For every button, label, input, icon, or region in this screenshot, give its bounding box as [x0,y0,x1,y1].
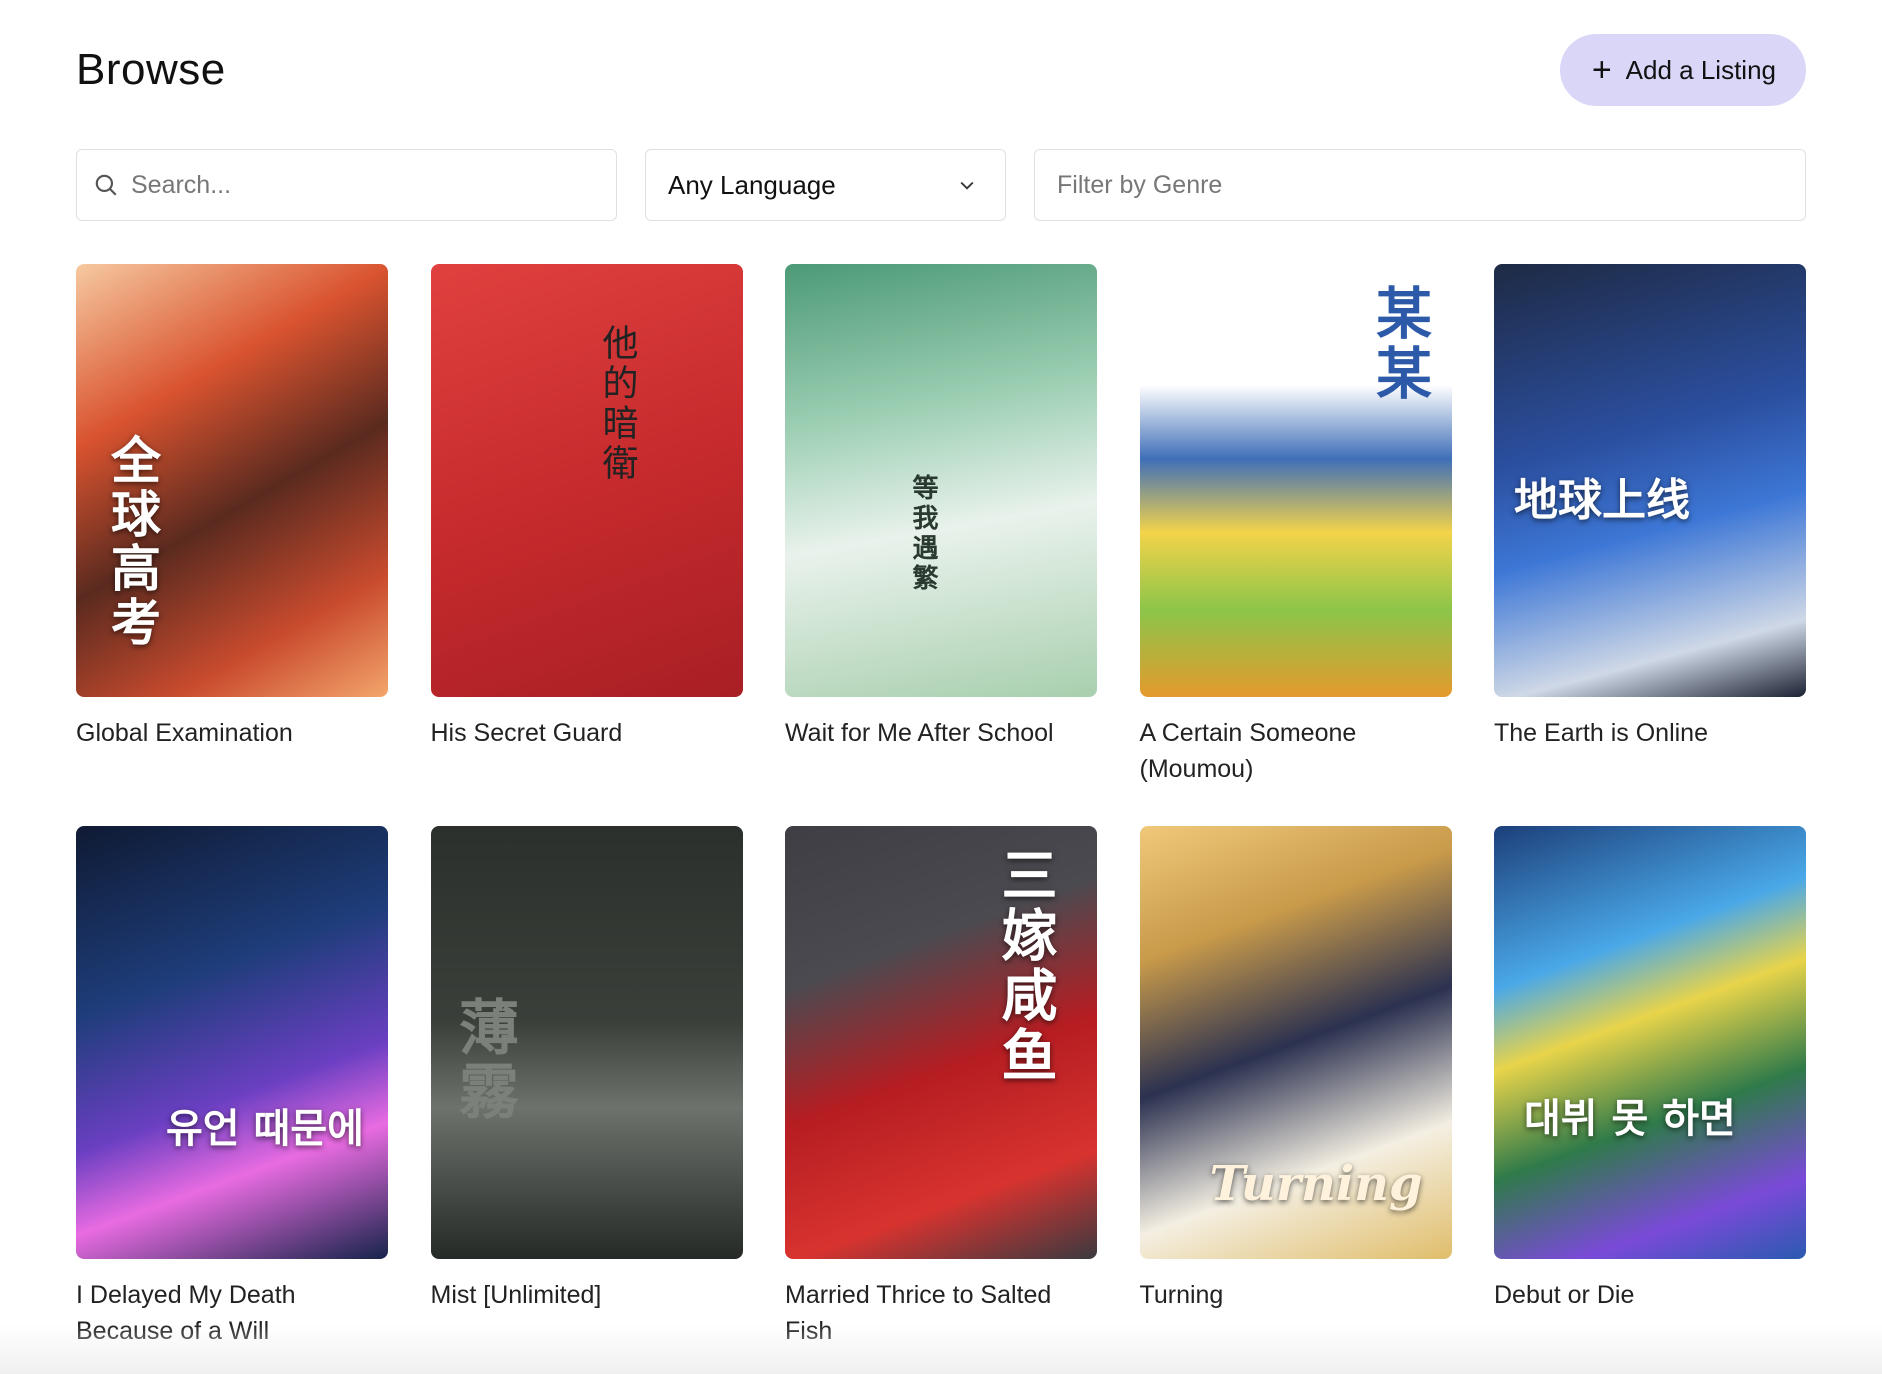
cover-title-text: 三嫁咸鱼 [992,846,1058,1086]
page-title: Browse [76,45,226,94]
listing-cover-image[interactable]: 他的暗衛 [430,264,743,697]
cover-art [76,826,388,1259]
listing-card[interactable]: 地球上线 The Earth is Online [1494,264,1806,826]
listing-cover-image[interactable]: 三嫁咸鱼 [785,826,1097,1259]
chevron-down-icon [960,181,974,190]
cover-title-text: 全球高考 [103,434,162,650]
listing-cover-image[interactable]: Turning [1139,826,1452,1259]
listing-card[interactable]: 全球高考 Global Examination [76,264,388,826]
listing-cover-image[interactable]: 某某 [1139,264,1452,697]
bottom-fade [0,1324,1882,1374]
plus-icon: + [1591,51,1612,89]
listing-cover-image[interactable]: 全球高考 [76,264,388,697]
genre-filter [1034,149,1806,221]
language-select-value: Any Language [668,169,836,200]
listing-title[interactable]: Wait for Me After School [785,715,1085,751]
cover-title-text: 유언 때문에 [166,1105,364,1152]
listing-grid: 全球高考 Global Examination 他的暗衛 His Secret Gua… [76,264,1806,1374]
listing-title[interactable]: Mist [Unlimited] [431,1277,731,1313]
listing-cover-image[interactable]: 地球上线 [1494,264,1806,697]
search-input[interactable] [131,170,616,200]
cover-title-text: 대뷔 못 하면 [1524,1095,1736,1142]
listing-card[interactable]: 等我遇繁 Wait for Me After School [785,264,1097,826]
cover-title-text: Turning [1209,1156,1423,1212]
listing-cover-image[interactable]: 대뷔 못 하면 [1494,826,1806,1259]
language-select[interactable]: Any Language [645,149,1006,221]
cover-title-text: 他的暗衛 [596,324,638,484]
cover-art [1494,826,1806,1259]
listing-cover-image[interactable]: 薄霧 [430,826,743,1259]
search-box [76,149,617,221]
listing-title[interactable]: His Secret Guard [431,715,731,751]
cover-title-text: 等我遇繁 [908,474,938,594]
listing-cover-image[interactable]: 等我遇繁 [785,264,1097,697]
browse-page: Browse + Add a Listing Any Language 全球高考… [0,0,1882,1374]
listing-card[interactable]: 유언 때문에I Delayed My Death Because of a Wi… [76,826,388,1374]
listing-card[interactable]: 薄霧 Mist [Unlimited] [430,826,743,1374]
listing-title[interactable]: Debut or Die [1494,1277,1794,1313]
listing-cover-image[interactable]: 유언 때문에 [76,826,388,1259]
cover-art [430,264,743,697]
genre-filter-input[interactable] [1057,170,1805,200]
listing-title[interactable]: The Earth is Online [1494,715,1794,751]
listing-card[interactable]: 三嫁咸鱼Married Thrice to Salted Fish [785,826,1097,1374]
add-listing-button[interactable]: + Add a Listing [1559,34,1806,106]
page-header: Browse + Add a Listing [76,34,1806,106]
add-listing-label: Add a Listing [1625,54,1776,85]
cover-title-text: 薄霧 [448,996,519,1124]
listing-card[interactable]: 대뷔 못 하면 Debut or Die [1494,826,1806,1374]
listing-title[interactable]: Turning [1140,1277,1440,1313]
listing-card[interactable]: Turning Turning [1139,826,1452,1374]
cover-title-text: 某某 [1366,284,1433,404]
listing-card[interactable]: 他的暗衛 His Secret Guard [430,264,743,826]
listing-title[interactable]: A Certain Someone (Moumou) [1140,715,1440,787]
listing-title[interactable]: Global Examination [76,715,376,751]
listing-card[interactable]: 某某 A Certain Someone (Moumou) [1139,264,1452,826]
filter-bar: Any Language [76,149,1806,221]
search-icon [95,174,117,196]
cover-title-text: 地球上线 [1514,475,1690,526]
